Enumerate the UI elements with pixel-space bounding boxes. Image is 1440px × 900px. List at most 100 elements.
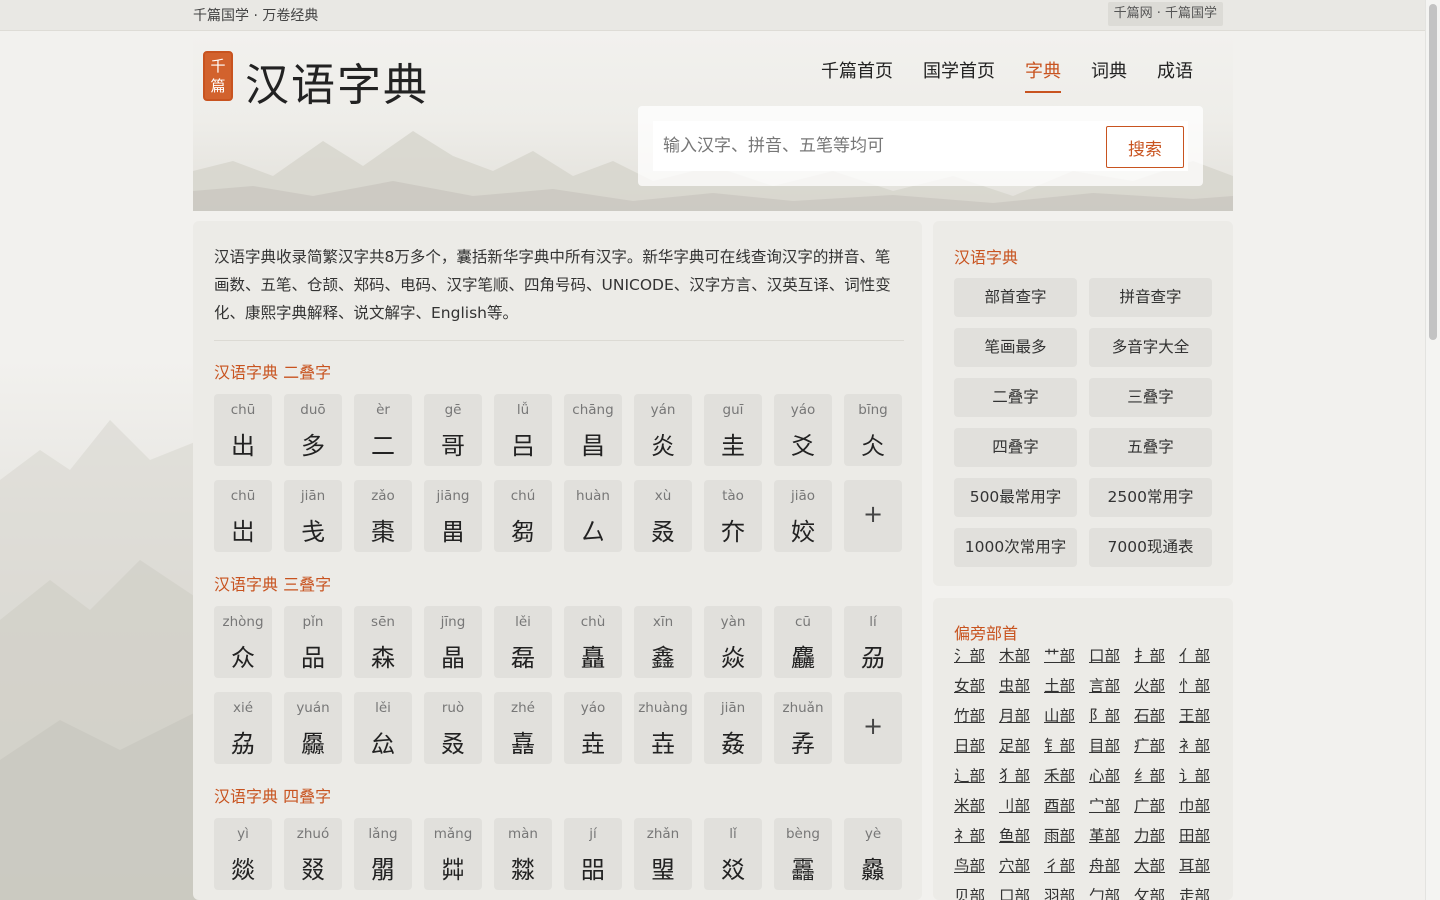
more-button[interactable]: + bbox=[844, 692, 902, 764]
logo-title[interactable]: 汉语字典 bbox=[245, 49, 429, 113]
radical-link[interactable]: 辶部 bbox=[954, 765, 999, 787]
char-cell[interactable]: lí 刕 bbox=[844, 606, 902, 678]
site-link[interactable]: 千篇网 · 千篇国学 bbox=[1107, 2, 1223, 26]
char-cell[interactable]: jīng 晶 bbox=[424, 606, 482, 678]
char-cell[interactable]: èr 二 bbox=[354, 394, 412, 466]
char-cell[interactable]: lěi 厽 bbox=[354, 692, 412, 764]
char-cell[interactable]: chù 矗 bbox=[564, 606, 622, 678]
char-cell[interactable]: mǎng 茻 bbox=[424, 818, 482, 890]
dict-link-button[interactable]: 四叠字 bbox=[954, 428, 1077, 467]
radical-link[interactable]: 纟部 bbox=[1134, 765, 1179, 787]
radical-link[interactable]: 舟部 bbox=[1089, 855, 1134, 877]
more-button[interactable]: + bbox=[844, 480, 902, 552]
radical-link[interactable]: 羽部 bbox=[1044, 885, 1089, 900]
radical-link[interactable]: 火部 bbox=[1134, 675, 1179, 697]
radical-link[interactable]: 大部 bbox=[1134, 855, 1179, 877]
dict-link-button[interactable]: 7000现通表 bbox=[1089, 528, 1212, 567]
section-title-sidiezi[interactable]: 汉语字典 四叠字 bbox=[214, 783, 331, 807]
char-cell[interactable]: lǚ 吕 bbox=[494, 394, 552, 466]
search-button[interactable]: 搜索 bbox=[1106, 126, 1184, 168]
char-cell[interactable]: jiāng 畕 bbox=[424, 480, 482, 552]
nav-item-chengyu[interactable]: 成语 bbox=[1157, 57, 1193, 93]
page-scrollbar[interactable] bbox=[1425, 0, 1440, 900]
radical-link[interactable]: 力部 bbox=[1134, 825, 1179, 847]
char-cell[interactable]: chū 岀 bbox=[214, 480, 272, 552]
char-cell[interactable]: lěi 磊 bbox=[494, 606, 552, 678]
char-cell[interactable]: jiāo 姣 bbox=[774, 480, 832, 552]
char-cell[interactable]: pǐn 品 bbox=[284, 606, 342, 678]
radical-link[interactable]: 木部 bbox=[999, 645, 1044, 667]
char-cell[interactable]: zǎo 棗 bbox=[354, 480, 412, 552]
char-cell[interactable]: zhǎn 琞 bbox=[634, 818, 692, 890]
radical-link[interactable]: 足部 bbox=[999, 735, 1044, 757]
radical-link[interactable]: 鱼部 bbox=[999, 825, 1044, 847]
radical-link[interactable]: 禾部 bbox=[1044, 765, 1089, 787]
char-cell[interactable]: yè 灥 bbox=[844, 818, 902, 890]
radical-link[interactable]: 虫部 bbox=[999, 675, 1044, 697]
dict-link-button[interactable]: 二叠字 bbox=[954, 378, 1077, 417]
char-cell[interactable]: yuán 厵 bbox=[284, 692, 342, 764]
radical-link[interactable]: 刂部 bbox=[999, 795, 1044, 817]
radical-link[interactable]: 耳部 bbox=[1179, 855, 1224, 877]
char-cell[interactable]: huàn 厶 bbox=[564, 480, 622, 552]
radical-link[interactable]: 土部 bbox=[1044, 675, 1089, 697]
dict-link-button[interactable]: 部首查字 bbox=[954, 278, 1077, 317]
radical-link[interactable]: 亻部 bbox=[1179, 645, 1224, 667]
radical-link[interactable]: 氵部 bbox=[954, 645, 999, 667]
radical-link[interactable]: 穴部 bbox=[999, 855, 1044, 877]
nav-item-cidian[interactable]: 词典 bbox=[1091, 57, 1127, 93]
char-cell[interactable]: jí 㗊 bbox=[564, 818, 622, 890]
dict-link-button[interactable]: 拼音查字 bbox=[1089, 278, 1212, 317]
char-cell[interactable]: zhuǎn 孨 bbox=[774, 692, 832, 764]
char-cell[interactable]: yán 炎 bbox=[634, 394, 692, 466]
char-cell[interactable]: gē 哥 bbox=[424, 394, 482, 466]
radical-link[interactable]: 扌部 bbox=[1134, 645, 1179, 667]
char-cell[interactable]: chāng 昌 bbox=[564, 394, 622, 466]
char-cell[interactable]: lǐ 㸚 bbox=[704, 818, 762, 890]
radical-link[interactable]: 钅部 bbox=[1044, 735, 1089, 757]
radical-link[interactable]: 口部 bbox=[999, 885, 1044, 900]
char-cell[interactable]: jiān 姦 bbox=[704, 692, 762, 764]
section-title-sandiezi[interactable]: 汉语字典 三叠字 bbox=[214, 571, 331, 595]
radical-link[interactable]: 贝部 bbox=[954, 885, 999, 900]
char-cell[interactable]: xù 叒 bbox=[634, 480, 692, 552]
radical-link[interactable]: 酉部 bbox=[1044, 795, 1089, 817]
dict-link-button[interactable]: 2500常用字 bbox=[1089, 478, 1212, 517]
radical-link[interactable]: 广部 bbox=[1134, 795, 1179, 817]
char-cell[interactable]: cū 麤 bbox=[774, 606, 832, 678]
char-cell[interactable]: xié 劦 bbox=[214, 692, 272, 764]
radical-link[interactable]: 王部 bbox=[1179, 705, 1224, 727]
radical-link[interactable]: 月部 bbox=[999, 705, 1044, 727]
radical-link[interactable]: 疒部 bbox=[1134, 735, 1179, 757]
char-cell[interactable]: zhuó 叕 bbox=[284, 818, 342, 890]
char-cell[interactable]: zhé 嚞 bbox=[494, 692, 552, 764]
char-cell[interactable]: lǎng 朤 bbox=[354, 818, 412, 890]
radical-link[interactable]: 攵部 bbox=[1134, 885, 1179, 900]
char-cell[interactable]: yì 燚 bbox=[214, 818, 272, 890]
radical-link[interactable]: 忄部 bbox=[1179, 675, 1224, 697]
radical-link[interactable]: 竹部 bbox=[954, 705, 999, 727]
radical-link[interactable]: 艹部 bbox=[1044, 645, 1089, 667]
dict-link-button[interactable]: 多音字大全 bbox=[1089, 328, 1212, 367]
char-cell[interactable]: zhuàng 壵 bbox=[634, 692, 692, 764]
radical-link[interactable]: 讠部 bbox=[1179, 765, 1224, 787]
char-cell[interactable]: ruò 叒 bbox=[424, 692, 482, 764]
radical-link[interactable]: 宀部 bbox=[1089, 795, 1134, 817]
radical-link[interactable]: 衤部 bbox=[1179, 735, 1224, 757]
radical-link[interactable]: 山部 bbox=[1044, 705, 1089, 727]
radical-link[interactable]: 田部 bbox=[1179, 825, 1224, 847]
char-cell[interactable]: xīn 鑫 bbox=[634, 606, 692, 678]
dict-link-button[interactable]: 1000次常用字 bbox=[954, 528, 1077, 567]
radical-link[interactable]: 石部 bbox=[1134, 705, 1179, 727]
radical-link[interactable]: 彳部 bbox=[1044, 855, 1089, 877]
section-title-erdiezi[interactable]: 汉语字典 二叠字 bbox=[214, 359, 331, 383]
char-cell[interactable]: yáo 垚 bbox=[564, 692, 622, 764]
logo-seal[interactable]: 千篇 bbox=[203, 51, 233, 101]
char-cell[interactable]: chū 出 bbox=[214, 394, 272, 466]
radical-link[interactable]: 阝部 bbox=[1089, 705, 1134, 727]
radical-link[interactable]: 女部 bbox=[954, 675, 999, 697]
char-cell[interactable]: tào 夰 bbox=[704, 480, 762, 552]
char-cell[interactable]: màn 㵘 bbox=[494, 818, 552, 890]
radical-link[interactable]: 言部 bbox=[1089, 675, 1134, 697]
radical-link[interactable]: 雨部 bbox=[1044, 825, 1089, 847]
